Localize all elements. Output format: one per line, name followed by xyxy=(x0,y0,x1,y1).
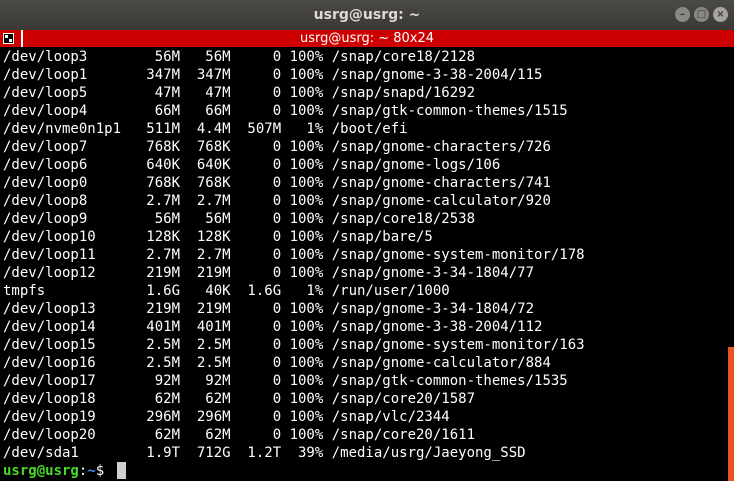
shell-prompt[interactable]: usrg@usrg:~$ xyxy=(3,462,104,480)
tab-title: usrg@usrg: ~ 80x24 xyxy=(299,31,435,46)
window-titlebar[interactable]: usrg@usrg: ~ – □ × xyxy=(0,0,734,31)
prompt-user-host: usrg@usrg xyxy=(3,463,79,479)
prompt-path: ~ xyxy=(87,463,96,479)
output-line: /dev/loop10 128K 128K 0 100% /snap/bare/… xyxy=(3,229,433,245)
window-title: usrg@usrg: ~ xyxy=(313,7,421,23)
output-line: /dev/loop17 92M 92M 0 100% /snap/gtk-com… xyxy=(3,373,568,389)
output-line: /dev/loop12 219M 219M 0 100% /snap/gnome… xyxy=(3,265,535,281)
output-line: /dev/loop14 401M 401M 0 100% /snap/gnome… xyxy=(3,319,543,335)
maximize-button[interactable]: □ xyxy=(694,7,709,22)
terminal-output[interactable]: /dev/loop3 56M 56M 0 100% /snap/core18/2… xyxy=(0,48,728,481)
close-button[interactable]: × xyxy=(713,7,728,22)
output-line: /dev/loop5 47M 47M 0 100% /snap/snapd/16… xyxy=(3,85,476,101)
output-line: /dev/loop6 640K 640K 0 100% /snap/gnome-… xyxy=(3,157,501,173)
output-line: /dev/loop4 66M 66M 0 100% /snap/gtk-comm… xyxy=(3,103,568,119)
prompt-symbol: $ xyxy=(95,463,105,479)
output-line: /dev/loop3 56M 56M 0 100% /snap/core18/2… xyxy=(3,49,476,65)
output-line: /dev/loop1 347M 347M 0 100% /snap/gnome-… xyxy=(3,67,543,83)
output-line: /dev/loop20 62M 62M 0 100% /snap/core20/… xyxy=(3,427,476,443)
output-line: /dev/loop16 2.5M 2.5M 0 100% /snap/gnome… xyxy=(3,355,551,371)
output-line: /dev/sda1 1.9T 712G 1.2T 39% /media/usrg… xyxy=(3,445,526,461)
output-line: /dev/loop19 296M 296M 0 100% /snap/vlc/2… xyxy=(3,409,450,425)
output-line: /dev/loop18 62M 62M 0 100% /snap/core20/… xyxy=(3,391,476,407)
output-line: /dev/loop0 768K 768K 0 100% /snap/gnome-… xyxy=(3,175,551,191)
output-line: /dev/loop13 219M 219M 0 100% /snap/gnome… xyxy=(3,301,535,317)
terminal-tab-bar[interactable]: usrg@usrg: ~ 80x24 xyxy=(0,30,734,47)
output-line: /dev/loop9 56M 56M 0 100% /snap/core18/2… xyxy=(3,211,476,227)
output-line: /dev/loop7 768K 768K 0 100% /snap/gnome-… xyxy=(3,139,551,155)
window-controls: – □ × xyxy=(675,7,728,22)
output-line: /dev/loop11 2.7M 2.7M 0 100% /snap/gnome… xyxy=(3,247,585,263)
text-cursor xyxy=(117,462,126,479)
minimize-button[interactable]: – xyxy=(675,7,690,22)
output-line: tmpfs 1.6G 40K 1.6G 1% /run/user/1000 xyxy=(3,283,450,299)
output-line: /dev/loop8 2.7M 2.7M 0 100% /snap/gnome-… xyxy=(3,193,551,209)
output-line: /dev/loop15 2.5M 2.5M 0 100% /snap/gnome… xyxy=(3,337,585,353)
output-line: /dev/nvme0n1p1 511M 4.4M 507M 1% /boot/e… xyxy=(3,121,408,137)
scrollbar-thumb[interactable] xyxy=(728,347,734,481)
